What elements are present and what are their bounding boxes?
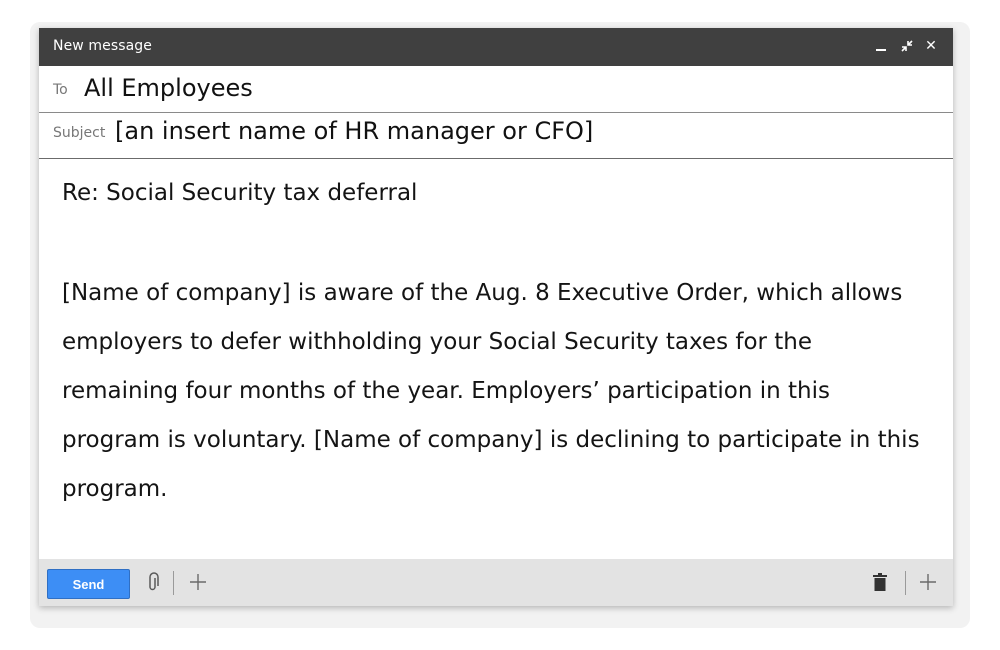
more-options-plus-icon[interactable] [919,573,937,595]
toolbar-divider [173,571,174,595]
shrink-icon[interactable] [899,34,915,58]
window-title: New message [53,38,153,54]
subject-row[interactable]: Subject [an insert name of HR manager or… [39,113,953,159]
plus-icon[interactable] [189,573,207,595]
title-bar: New message ✕ [39,28,953,66]
compose-toolbar: Send [39,559,953,606]
subject-field[interactable]: [an insert name of HR manager or CFO] [115,117,593,145]
minimize-icon[interactable] [873,34,889,58]
trash-icon[interactable] [873,573,887,595]
compose-window: New message ✕ To All Employees Subject [… [39,28,953,606]
body-subject-line: Re: Social Security tax deferral [62,180,418,206]
subject-label: Subject [53,125,106,141]
paperclip-icon[interactable] [146,572,160,598]
to-label: To [53,82,68,98]
to-field[interactable]: All Employees [84,74,253,102]
body-paragraph: [Name of company] is aware of the Aug. 8… [62,280,920,502]
toolbar-divider [905,571,906,595]
close-icon[interactable]: ✕ [923,34,939,58]
to-row[interactable]: To All Employees [39,66,953,113]
send-button[interactable]: Send [47,569,130,599]
